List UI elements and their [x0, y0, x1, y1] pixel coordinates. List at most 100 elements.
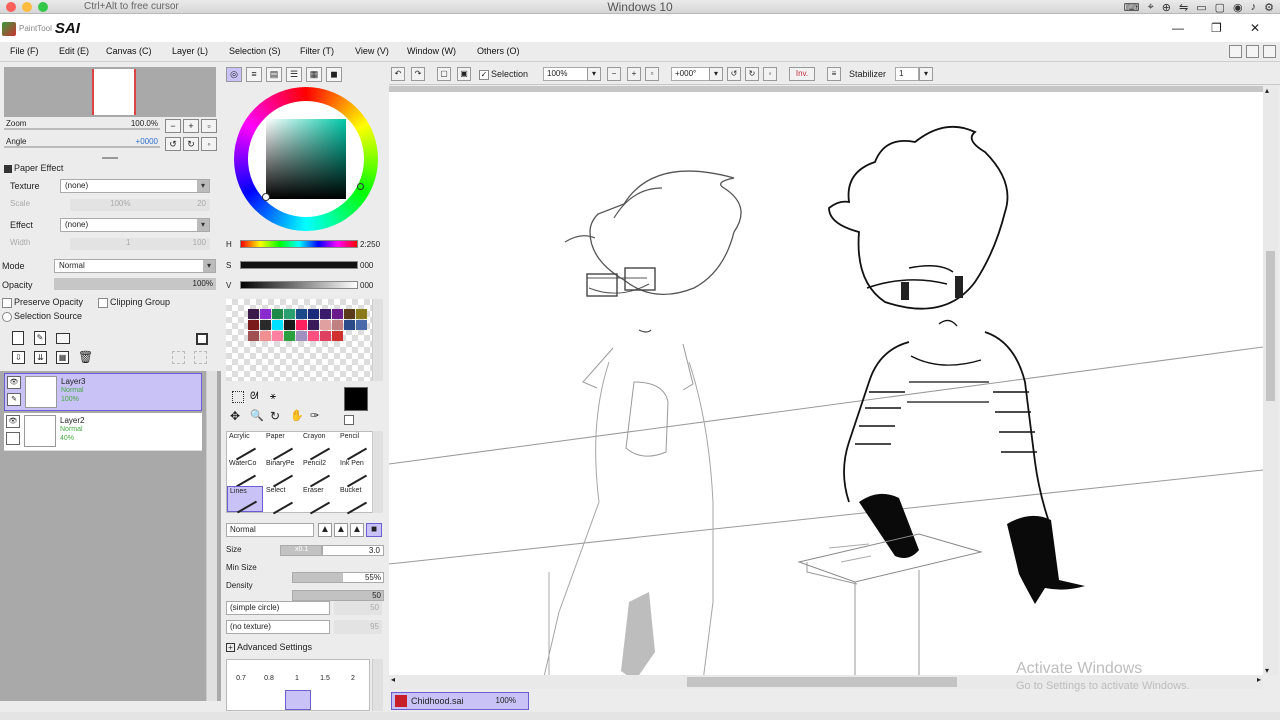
color-swatch[interactable]: [248, 309, 259, 319]
color-swatch[interactable]: [308, 309, 319, 319]
tool-pencil2[interactable]: Pencil2: [301, 459, 337, 488]
color-swatch[interactable]: [320, 320, 331, 330]
restore-icon[interactable]: ❐: [1211, 21, 1222, 35]
mdi-restore-button[interactable]: [1246, 45, 1259, 58]
color-swatch[interactable]: [272, 331, 283, 341]
color-swatch[interactable]: [284, 320, 295, 330]
pen-lock-icon[interactable]: ✎: [7, 393, 21, 406]
dotted-select-icon[interactable]: [232, 391, 244, 403]
settings-icon[interactable]: ⚙: [1264, 1, 1274, 14]
stabilizer-field[interactable]: 1: [895, 67, 919, 81]
layer-option-b-icon[interactable]: [194, 351, 207, 364]
menu-canvas[interactable]: Canvas (C): [106, 46, 152, 56]
zoom-tool-icon[interactable]: 🔍: [250, 409, 264, 422]
stabilizer-dropdown-icon[interactable]: ▾: [919, 67, 933, 81]
close-icon[interactable]: ✕: [1250, 21, 1260, 35]
transfer-down-icon[interactable]: ⇩: [12, 351, 25, 364]
menu-filter[interactable]: Filter (T): [300, 46, 334, 56]
angle-field[interactable]: +000°: [671, 67, 711, 81]
brush-tip-round-icon[interactable]: ▲: [350, 523, 364, 537]
canvas-rotate-reset-icon[interactable]: ◦: [763, 67, 777, 81]
canvas-vertical-scrollbar[interactable]: ▴ ▾: [1263, 86, 1278, 675]
drawing-canvas[interactable]: [389, 86, 1263, 675]
secondary-color-swatch[interactable]: [344, 415, 354, 425]
zoom-slider[interactable]: Zoom 100.0%: [4, 119, 160, 130]
color-swatch[interactable]: [344, 309, 355, 319]
panel-divider[interactable]: [102, 157, 118, 159]
pen-lock-icon[interactable]: [6, 432, 20, 445]
tool-bucket[interactable]: Bucket: [338, 486, 374, 515]
scroll-right-icon[interactable]: ▸: [1257, 675, 1261, 684]
brush-tip-soft-icon[interactable]: ▲: [334, 523, 348, 537]
minimize-icon[interactable]: —: [1172, 21, 1184, 35]
color-swatch[interactable]: [344, 320, 355, 330]
tool-grid-scrollbar[interactable]: [372, 431, 383, 513]
tool-watercolor[interactable]: WaterCo: [227, 459, 263, 488]
network-icon[interactable]: ⊕: [1162, 1, 1171, 14]
navigator-preview[interactable]: [4, 67, 216, 117]
location-icon[interactable]: ⌖: [1148, 1, 1154, 14]
primary-color-swatch[interactable]: [344, 387, 368, 411]
brush-tip-hard-icon[interactable]: ▲: [318, 523, 332, 537]
menu-others[interactable]: Others (O): [477, 46, 520, 56]
tool-ink-pen[interactable]: Ink Pen: [338, 459, 374, 488]
brush-texture-select[interactable]: (no texture): [226, 620, 330, 634]
rotate-left-button[interactable]: ↺: [165, 137, 181, 151]
size-preset-selected[interactable]: [285, 690, 311, 710]
preserve-opacity-checkbox[interactable]: Preserve Opacity: [2, 297, 83, 308]
color-swatch[interactable]: [284, 331, 295, 341]
display-icon[interactable]: ▢: [1215, 1, 1225, 14]
mdi-close-button[interactable]: [1263, 45, 1276, 58]
menu-edit[interactable]: Edit (E): [59, 46, 89, 56]
keyboard-icon[interactable]: ⌨: [1124, 1, 1140, 14]
new-layer-icon[interactable]: [12, 331, 24, 345]
color-swatch[interactable]: [356, 320, 367, 330]
layer-row[interactable]: 👁 ✎ Layer3 Normal 100%: [4, 373, 202, 411]
selection-toggle[interactable]: ✓ Selection: [479, 69, 528, 80]
advanced-settings-toggle[interactable]: + Advanced Settings: [226, 642, 312, 652]
mdi-minimize-button[interactable]: [1229, 45, 1242, 58]
size-preset-scrollbar[interactable]: [372, 659, 383, 711]
tool-binary-pen[interactable]: BinaryPe: [264, 459, 300, 488]
value-slider[interactable]: [240, 281, 358, 289]
zoom-in-button[interactable]: +: [183, 119, 199, 133]
usb-icon[interactable]: ⇋: [1179, 1, 1188, 14]
magic-wand-icon[interactable]: ⚹: [270, 391, 276, 402]
delete-layer-icon[interactable]: 🗑: [78, 351, 93, 364]
menu-selection[interactable]: Selection (S): [229, 46, 281, 56]
brush-tip-flat-icon[interactable]: ■: [366, 523, 382, 537]
color-swatch[interactable]: [356, 309, 367, 319]
visibility-toggle-icon[interactable]: 👁: [6, 415, 20, 428]
color-swatch[interactable]: [248, 331, 259, 341]
canvas-rotate-left-icon[interactable]: ↺: [727, 67, 741, 81]
scroll-down-icon[interactable]: ▾: [1265, 666, 1269, 675]
color-swatch[interactable]: [332, 320, 343, 330]
canvas-zoom-reset-icon[interactable]: ▫: [645, 67, 659, 81]
color-swatch[interactable]: [272, 320, 283, 330]
tool-crayon[interactable]: Crayon: [301, 432, 337, 461]
rotate-reset-button[interactable]: ◦: [201, 137, 217, 151]
effect-select[interactable]: (none): [60, 218, 210, 232]
layer-row[interactable]: 👁 Layer2 Normal 40%: [4, 413, 202, 451]
scroll-up-icon[interactable]: ▴: [1265, 86, 1269, 95]
eyedropper-icon[interactable]: ✑: [310, 409, 319, 422]
brush-texture-strength[interactable]: 95: [334, 620, 382, 634]
horizontal-scroll-thumb[interactable]: [687, 677, 957, 687]
merge-down-icon[interactable]: ⇊: [34, 351, 47, 364]
size-preset[interactable]: 1: [283, 670, 311, 688]
color-swatch[interactable]: [284, 309, 295, 319]
density-slider[interactable]: 50: [292, 590, 384, 601]
color-swatch[interactable]: [260, 320, 271, 330]
texture-select[interactable]: (none): [60, 179, 210, 193]
color-swatch[interactable]: [260, 309, 271, 319]
clipping-group-checkbox[interactable]: Clipping Group: [98, 297, 170, 308]
swatch-tab-icon[interactable]: ▦: [306, 67, 322, 82]
tool-pencil[interactable]: Pencil: [338, 432, 374, 461]
layer-list-scrollbar[interactable]: [206, 371, 217, 701]
brush-shape-strength[interactable]: 50: [334, 601, 382, 615]
hand-tool-icon[interactable]: ✋: [290, 409, 304, 422]
saturation-value-square[interactable]: [266, 119, 346, 199]
color-swatch[interactable]: [320, 331, 331, 341]
zoom-reset-button[interactable]: ▫: [201, 119, 217, 133]
color-swatch[interactable]: [308, 320, 319, 330]
